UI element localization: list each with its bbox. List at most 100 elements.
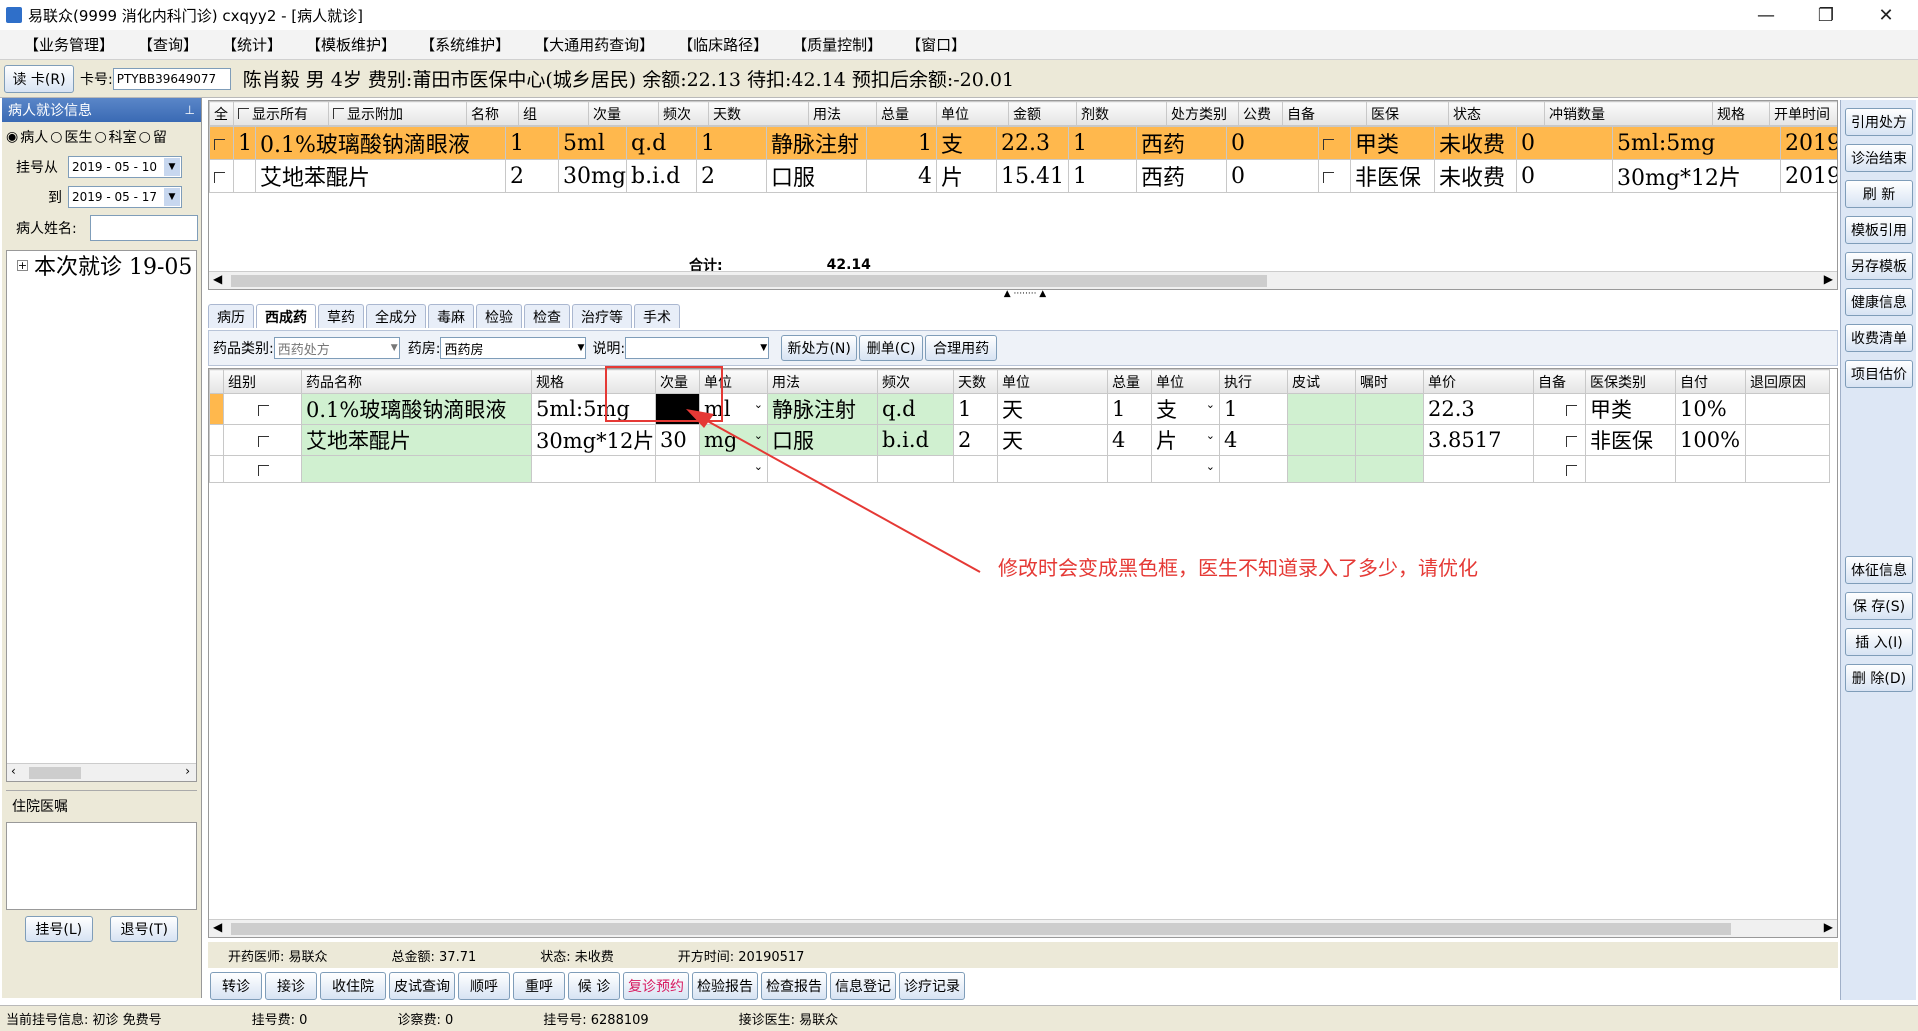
menu-business[interactable]: 【业务管理】 [12,30,126,60]
transfer-button[interactable]: 转诊 [210,972,262,1000]
cite-prescription-button[interactable]: 引用处方 [1845,108,1913,136]
note-select[interactable]: ▼ [625,337,770,359]
cell-spec[interactable]: 30mg*12片 [531,424,656,456]
menu-statistics[interactable]: 【统计】 [210,30,294,60]
from-date-picker[interactable]: 2019 - 05 - 10 ▼ [68,156,182,178]
table-row[interactable]: ⌄ ⌄ [209,455,1830,483]
radio-doctor[interactable]: ○ [50,129,62,145]
category-select[interactable]: 西药处方 ▼ [273,337,400,359]
horizontal-scrollbar[interactable]: ‹ › [7,763,196,781]
call-next-button[interactable]: 顺呼 [458,972,510,1000]
table-row[interactable]: 1 0.1%玻璃酸钠滴眼液 1 5ml q.d 1 静脉注射 1 支 22.3 … [209,126,1837,160]
chevron-down-icon[interactable]: ⌄ [1206,460,1215,473]
scroll-thumb[interactable] [29,767,81,779]
splitter-handle[interactable]: ▲ ········ ▲ [985,290,1065,299]
cell-days-unit[interactable] [997,455,1108,483]
cell-drug-name[interactable] [301,455,532,483]
cell-execute[interactable]: 1 [1219,393,1288,425]
tab-examination[interactable]: 检查 [524,304,570,328]
scroll-thumb[interactable] [231,923,1731,935]
to-date-picker[interactable]: 2019 - 05 - 17 ▼ [68,186,182,208]
expand-icon[interactable]: + [17,259,28,272]
skin-test-query-button[interactable]: 皮试查询 [389,972,455,1000]
tab-medical-record[interactable]: 病历 [208,304,254,328]
fee-list-button[interactable]: 收费清单 [1845,324,1913,352]
menu-quality[interactable]: 【质量控制】 [780,30,894,60]
new-prescription-button[interactable]: 新处方(N) [781,335,858,361]
chevron-down-icon[interactable]: ▼ [391,343,398,353]
template-cite-button[interactable]: 模板引用 [1845,216,1913,244]
cell-skin-test[interactable] [1287,393,1356,425]
unregister-button[interactable]: 退号(T) [110,916,179,942]
col-all[interactable]: 全 [209,101,234,126]
group-checkbox[interactable] [223,455,302,483]
group-checkbox[interactable] [223,424,302,456]
receive-button[interactable]: 接诊 [265,972,317,1000]
show-extra-checkbox[interactable]: 显示附加 [328,101,467,126]
refresh-button[interactable]: 刷 新 [1845,180,1913,208]
tree-item[interactable]: + 本次就诊 19-05 [7,251,196,280]
cell-total[interactable]: 1 [1107,393,1152,425]
tab-herbal[interactable]: 草药 [318,304,364,328]
radio-patient[interactable]: ◉ [6,129,18,145]
menu-template[interactable]: 【模板维护】 [294,30,408,60]
cell-skin-test[interactable] [1287,455,1356,483]
cell-total[interactable]: 4 [1107,424,1152,456]
cell-execute[interactable]: 4 [1219,424,1288,456]
pharmacy-select[interactable]: 西药房 ▼ [440,337,587,359]
horizontal-scrollbar[interactable]: ◀ ▶ [209,271,1837,289]
scroll-right-icon[interactable]: ▶ [1824,272,1833,286]
self-supply-checkbox[interactable] [1318,126,1351,160]
delete-prescription-button[interactable]: 删单(C) [859,335,924,361]
cell-instruction[interactable] [1355,455,1424,483]
group-checkbox[interactable] [223,393,302,425]
table-row[interactable]: 0.1%玻璃酸钠滴眼液 5ml:5mg ml ⌄ 静脉注射 q.d 1 天 1 支… [209,393,1830,425]
chevron-down-icon[interactable]: ▼ [164,188,180,206]
cell-instruction[interactable] [1355,424,1424,456]
waiting-button[interactable]: 候 诊 [568,972,620,1000]
close-button[interactable]: ✕ [1858,0,1914,30]
tab-treatment[interactable]: 治疗等 [572,304,632,328]
cell-instruction[interactable] [1355,393,1424,425]
info-register-button[interactable]: 信息登记 [830,972,896,1000]
exam-report-button[interactable]: 检查报告 [761,972,827,1000]
recall-button[interactable]: 重呼 [513,972,565,1000]
show-all-checkbox[interactable]: 显示所有 [233,101,329,126]
register-button[interactable]: 挂号(L) [24,916,93,942]
scroll-left-icon[interactable]: ◀ [213,920,222,934]
tab-western-medicine[interactable]: 西成药 [256,304,316,328]
scroll-right-icon[interactable]: › [185,764,190,778]
visit-record-button[interactable]: 诊疗记录 [899,972,965,1000]
table-row[interactable]: 艾地苯醌片 2 30mg b.i.d 2 口服 4 片 15.41 1 西药 0… [209,159,1837,193]
cell-days-unit[interactable]: 天 [997,424,1108,456]
horizontal-scrollbar[interactable]: ◀ ▶ [209,919,1837,937]
save-template-button[interactable]: 另存模板 [1845,252,1913,280]
menu-drug-query[interactable]: 【大通用药查询】 [522,30,666,60]
scroll-left-icon[interactable]: ◀ [213,272,222,286]
read-card-button[interactable]: 读 卡(R) [4,64,74,93]
scroll-thumb[interactable] [231,275,1267,287]
minimize-button[interactable]: — [1738,0,1794,30]
radio-dept[interactable]: ○ [94,129,106,145]
chevron-down-icon[interactable]: ▼ [760,343,767,353]
total-unit-select[interactable]: 支 ⌄ [1151,393,1220,425]
cell-spec[interactable] [531,455,656,483]
health-info-button[interactable]: 健康信息 [1845,288,1913,316]
admit-button[interactable]: 收住院 [320,972,386,1000]
cell-skin-test[interactable] [1287,424,1356,456]
self-checkbox[interactable] [1533,455,1586,483]
estimate-button[interactable]: 项目估价 [1845,360,1913,388]
rational-drug-button[interactable]: 合理用药 [925,335,998,361]
restore-button[interactable]: ❐ [1798,0,1854,30]
vital-signs-button[interactable]: 体征信息 [1845,556,1913,584]
self-checkbox[interactable] [1533,424,1586,456]
cell-drug-name[interactable]: 艾地苯醌片 [301,424,532,456]
menu-system[interactable]: 【系统维护】 [408,30,522,60]
scroll-right-icon[interactable]: ▶ [1824,920,1833,934]
radio-stay[interactable]: ○ [139,129,151,145]
finish-visit-button[interactable]: 诊治结束 [1845,144,1913,172]
chevron-down-icon[interactable]: ▼ [164,158,180,176]
tab-lab-test[interactable]: 检验 [476,304,522,328]
card-number-field[interactable]: PTYBB39649077 [112,67,231,90]
follow-up-button[interactable]: 复诊预约 [623,972,689,1000]
